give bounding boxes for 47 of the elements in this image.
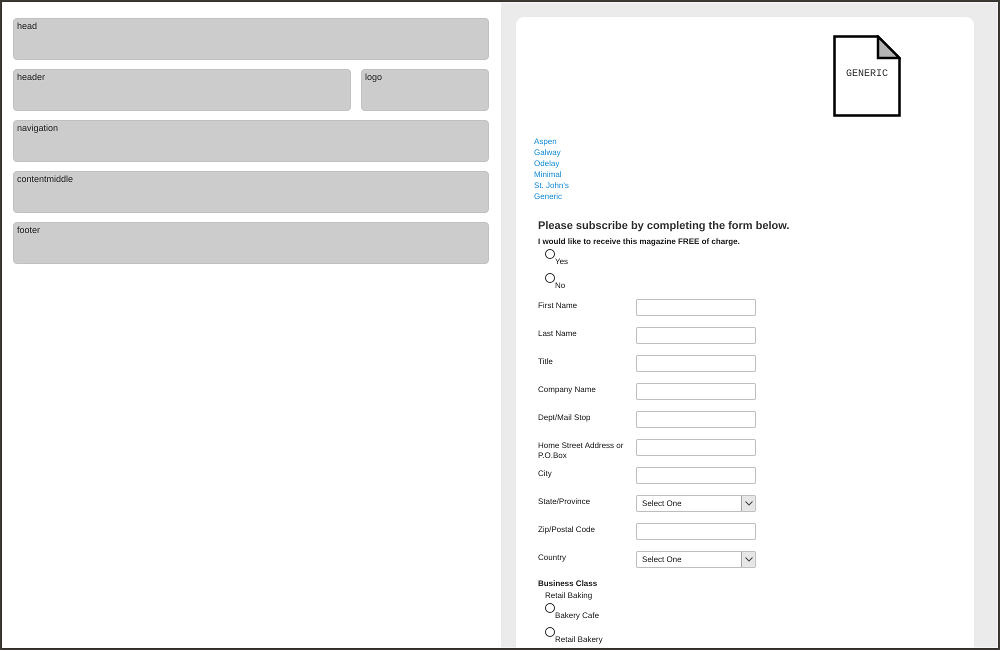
- radio-label: Bakery Cafe: [555, 611, 600, 621]
- radio-label: No: [555, 281, 566, 291]
- theme-link[interactable]: Generic: [534, 191, 562, 202]
- layout-block: navigation: [13, 120, 489, 162]
- radio-label: Retail Bakery: [555, 635, 603, 645]
- form-heading: Please subscribe by completing the form below.: [538, 220, 790, 232]
- input-field[interactable]: [636, 467, 756, 484]
- field-label: Company Name: [538, 384, 597, 396]
- group-label: Retail Baking: [544, 591, 594, 600]
- field-label: Dept/Mail Stop: [538, 412, 592, 424]
- chevron-down-icon: [744, 501, 752, 506]
- select-dropdown[interactable]: Select One: [636, 495, 756, 512]
- layout-block: head: [13, 18, 489, 60]
- field-label: Last Name: [538, 328, 578, 340]
- radio-label: Yes: [555, 257, 568, 267]
- input-field[interactable]: [636, 439, 756, 456]
- theme-link[interactable]: Minimal: [534, 169, 562, 180]
- layout-block: footer: [13, 222, 489, 264]
- input-field[interactable]: [636, 411, 756, 428]
- radio-button[interactable]: [545, 603, 555, 613]
- input-field[interactable]: [636, 327, 756, 344]
- radio-button[interactable]: [545, 627, 555, 637]
- theme-link[interactable]: Galway: [534, 147, 561, 158]
- field-label: Home Street Address or P.O.Box: [538, 440, 624, 462]
- select-dropdown[interactable]: Select One: [636, 551, 756, 568]
- field-label: Zip/Postal Code: [538, 524, 596, 536]
- layout-block: contentmiddle: [13, 171, 489, 213]
- input-field[interactable]: [636, 299, 756, 316]
- theme-link[interactable]: St. John's: [534, 180, 569, 191]
- field-label: Title: [538, 356, 554, 368]
- field-label: City: [538, 468, 553, 480]
- radio-button[interactable]: [545, 273, 555, 283]
- section-title: Business Class: [538, 579, 598, 588]
- theme-link[interactable]: Aspen: [534, 136, 557, 147]
- chevron-down-icon: [744, 557, 752, 562]
- radio-button[interactable]: [545, 249, 555, 259]
- field-label: Country: [538, 552, 568, 564]
- theme-link[interactable]: Odelay: [534, 158, 560, 169]
- field-label: First Name: [538, 300, 578, 312]
- document-logo: GENERIC: [833, 35, 901, 117]
- layout-block: header: [13, 69, 351, 111]
- input-field[interactable]: [636, 355, 756, 372]
- input-field[interactable]: [636, 383, 756, 400]
- layout-block: logo: [361, 69, 489, 111]
- field-label: State/Province: [538, 496, 592, 508]
- question-label: I would like to receive this magazine FREE of charge.: [538, 237, 741, 246]
- input-field[interactable]: [636, 523, 756, 540]
